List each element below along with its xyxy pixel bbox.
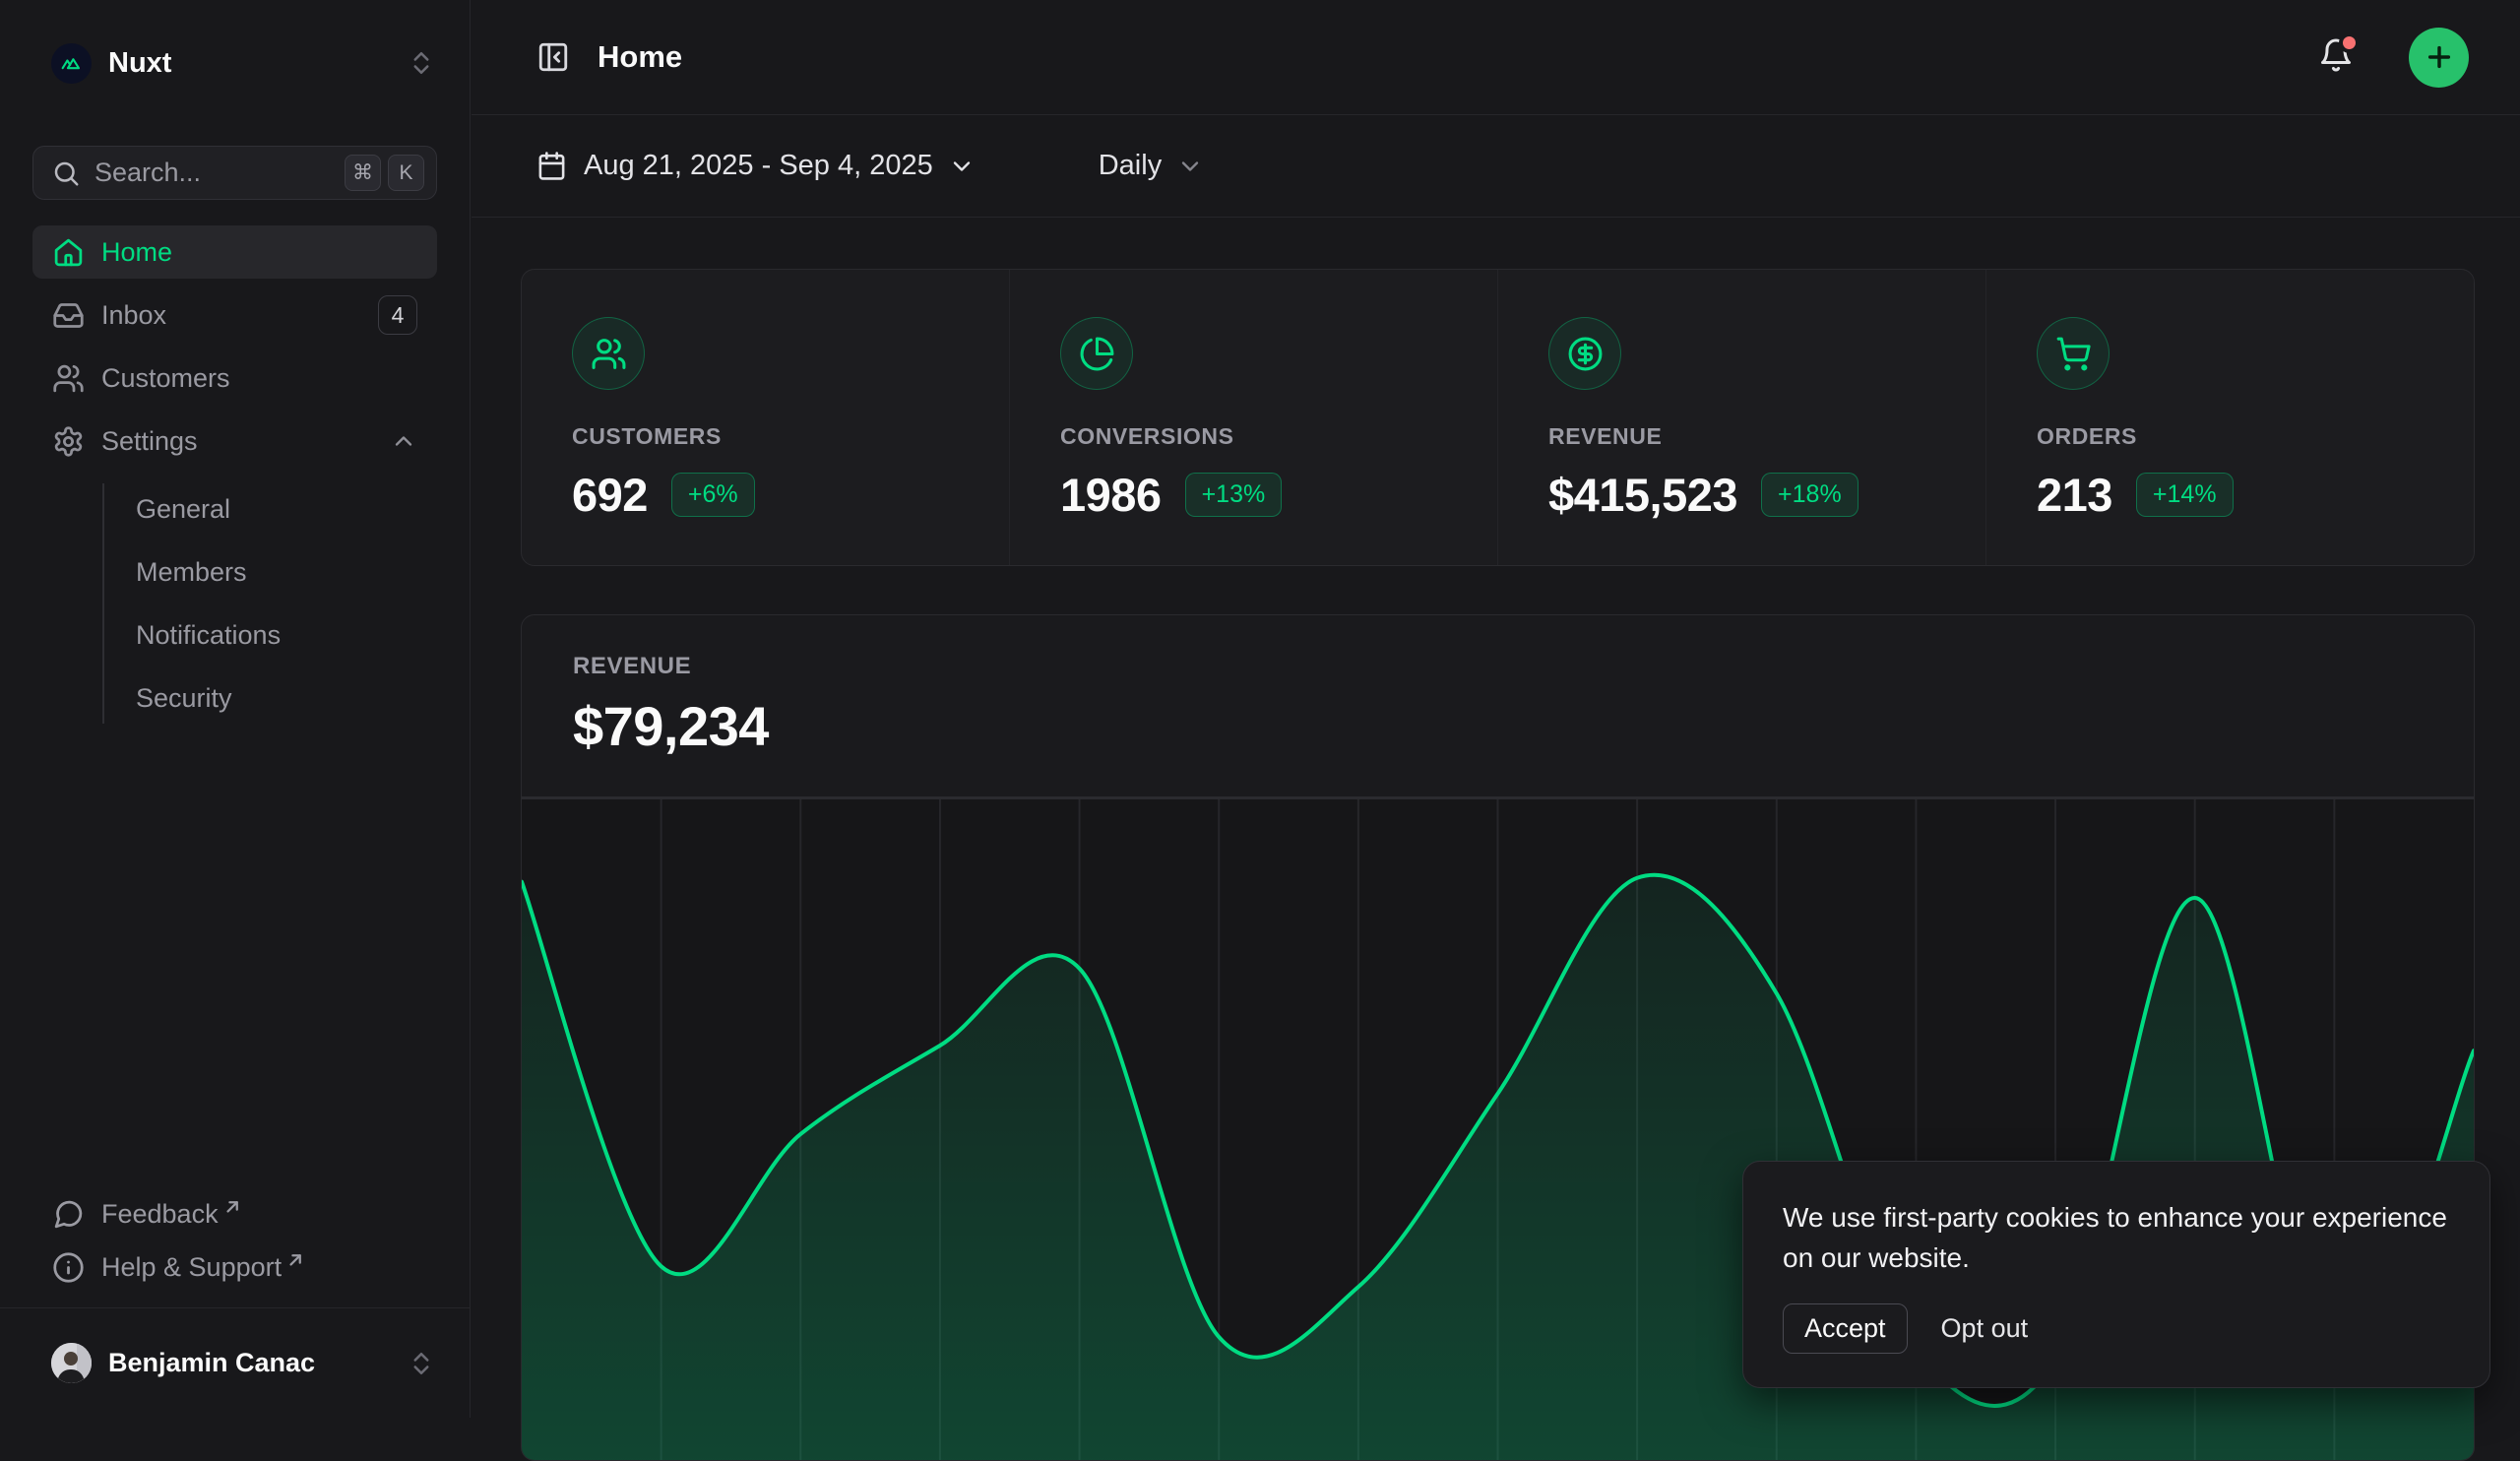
search-input[interactable]: Search... ⌘ K [32, 146, 437, 200]
sidebar-footer: Feedback Help & Support [0, 1187, 470, 1307]
footer-item-label: Help & Support [101, 1252, 282, 1283]
filters-toolbar: Aug 21, 2025 - Sep 4, 2025 Daily [472, 115, 2520, 218]
sidebar: Nuxt Search... ⌘ K Home Inbox 4 [0, 0, 471, 1418]
sidebar-item-label: Inbox [101, 300, 378, 331]
stat-value: 1986 [1060, 468, 1162, 522]
stat-label: REVENUE [1548, 423, 1985, 450]
pie-chart-icon [1060, 317, 1133, 390]
cookie-banner: We use first-party cookies to enhance yo… [1742, 1161, 2490, 1388]
avatar [51, 1343, 92, 1383]
stat-label: CONVERSIONS [1060, 423, 1497, 450]
stat-value: $415,523 [1548, 468, 1737, 522]
inbox-icon [52, 299, 85, 332]
stats-card: CUSTOMERS 692 +6% CONVERSIONS 1986 +13% … [521, 269, 2475, 566]
calendar-icon [536, 151, 567, 181]
nuxt-logo-icon [51, 43, 92, 84]
cookie-message: We use first-party cookies to enhance yo… [1783, 1197, 2450, 1278]
selector-up-down-icon [407, 1349, 436, 1378]
kbd-meta: ⌘ [345, 155, 381, 191]
stat-revenue[interactable]: REVENUE $415,523 +18% [1497, 270, 1985, 565]
info-circle-icon [52, 1251, 85, 1284]
accept-button[interactable]: Accept [1783, 1303, 1908, 1354]
sidebar-item-help-support[interactable]: Help & Support [32, 1240, 437, 1294]
sidebar-item-members[interactable]: Members [103, 540, 437, 603]
house-icon [52, 236, 85, 269]
granularity-select[interactable]: Daily [1099, 150, 1204, 182]
stat-delta-badge: +14% [2136, 473, 2234, 517]
stat-value: 692 [572, 468, 648, 522]
sidebar-item-label: Home [101, 237, 417, 268]
notification-dot [2339, 32, 2360, 53]
sidebar-item-label: Settings [101, 426, 390, 457]
sidebar-item-home[interactable]: Home [32, 225, 437, 279]
sub-item-label: Notifications [136, 620, 281, 651]
sidebar-nav: Home Inbox 4 Customers Settings Genera [0, 225, 470, 737]
panel-left-close-icon[interactable] [536, 40, 570, 74]
date-range-picker[interactable]: Aug 21, 2025 - Sep 4, 2025 [536, 150, 992, 182]
stat-conversions[interactable]: CONVERSIONS 1986 +13% [1009, 270, 1497, 565]
users-icon [572, 317, 645, 390]
stat-delta-badge: +6% [671, 473, 755, 517]
stat-label: CUSTOMERS [572, 423, 1009, 450]
date-range-label: Aug 21, 2025 - Sep 4, 2025 [584, 150, 933, 182]
brand-name: Nuxt [108, 47, 407, 80]
stat-label: ORDERS [2037, 423, 2474, 450]
sidebar-item-security[interactable]: Security [103, 667, 437, 730]
external-link-arrow-icon [224, 1198, 241, 1215]
kbd-k: K [388, 155, 424, 191]
sub-item-label: Security [136, 683, 232, 714]
page-header: Home [472, 0, 2520, 115]
selector-up-down-icon [407, 48, 436, 78]
circle-dollar-icon [1548, 317, 1621, 390]
chart-top-rule [522, 796, 2474, 799]
stat-value: 213 [2037, 468, 2112, 522]
chart-title: REVENUE [573, 653, 2474, 680]
add-button[interactable] [2409, 28, 2469, 88]
external-link-arrow-icon [287, 1251, 304, 1268]
chevron-up-icon [390, 427, 417, 455]
footer-item-label: Feedback [101, 1199, 219, 1230]
granularity-label: Daily [1099, 150, 1162, 182]
settings-subnav: General Members Notifications Security [32, 477, 437, 730]
sidebar-item-settings[interactable]: Settings [32, 414, 437, 468]
inbox-count-badge: 4 [378, 295, 417, 335]
chevron-down-icon [1176, 153, 1204, 180]
sidebar-item-inbox[interactable]: Inbox 4 [32, 288, 437, 342]
message-bubble-icon [52, 1198, 85, 1231]
users-icon [52, 362, 85, 395]
page-title: Home [598, 39, 682, 75]
shopping-cart-icon [2037, 317, 2110, 390]
notifications-button[interactable] [2318, 37, 2354, 78]
workspace-selector[interactable]: Nuxt [0, 0, 470, 126]
sub-item-label: Members [136, 557, 247, 588]
sub-item-label: General [136, 494, 230, 525]
plus-icon [2424, 41, 2455, 73]
search-placeholder: Search... [94, 158, 338, 188]
stat-customers[interactable]: CUSTOMERS 692 +6% [522, 270, 1009, 565]
opt-out-button[interactable]: Opt out [1941, 1313, 2029, 1344]
gear-icon [52, 425, 85, 458]
user-menu[interactable]: Benjamin Canac [0, 1307, 470, 1418]
sidebar-item-notifications[interactable]: Notifications [103, 603, 437, 667]
chevron-down-icon [948, 153, 976, 180]
sidebar-item-feedback[interactable]: Feedback [32, 1187, 437, 1240]
search-icon [51, 159, 81, 188]
stat-delta-badge: +18% [1761, 473, 1858, 517]
stat-orders[interactable]: ORDERS 213 +14% [1985, 270, 2474, 565]
sidebar-item-customers[interactable]: Customers [32, 351, 437, 405]
stat-delta-badge: +13% [1185, 473, 1283, 517]
user-name: Benjamin Canac [108, 1348, 407, 1378]
chart-current-value: $79,234 [573, 694, 2474, 758]
sidebar-item-general[interactable]: General [103, 477, 437, 540]
sidebar-item-label: Customers [101, 363, 417, 394]
